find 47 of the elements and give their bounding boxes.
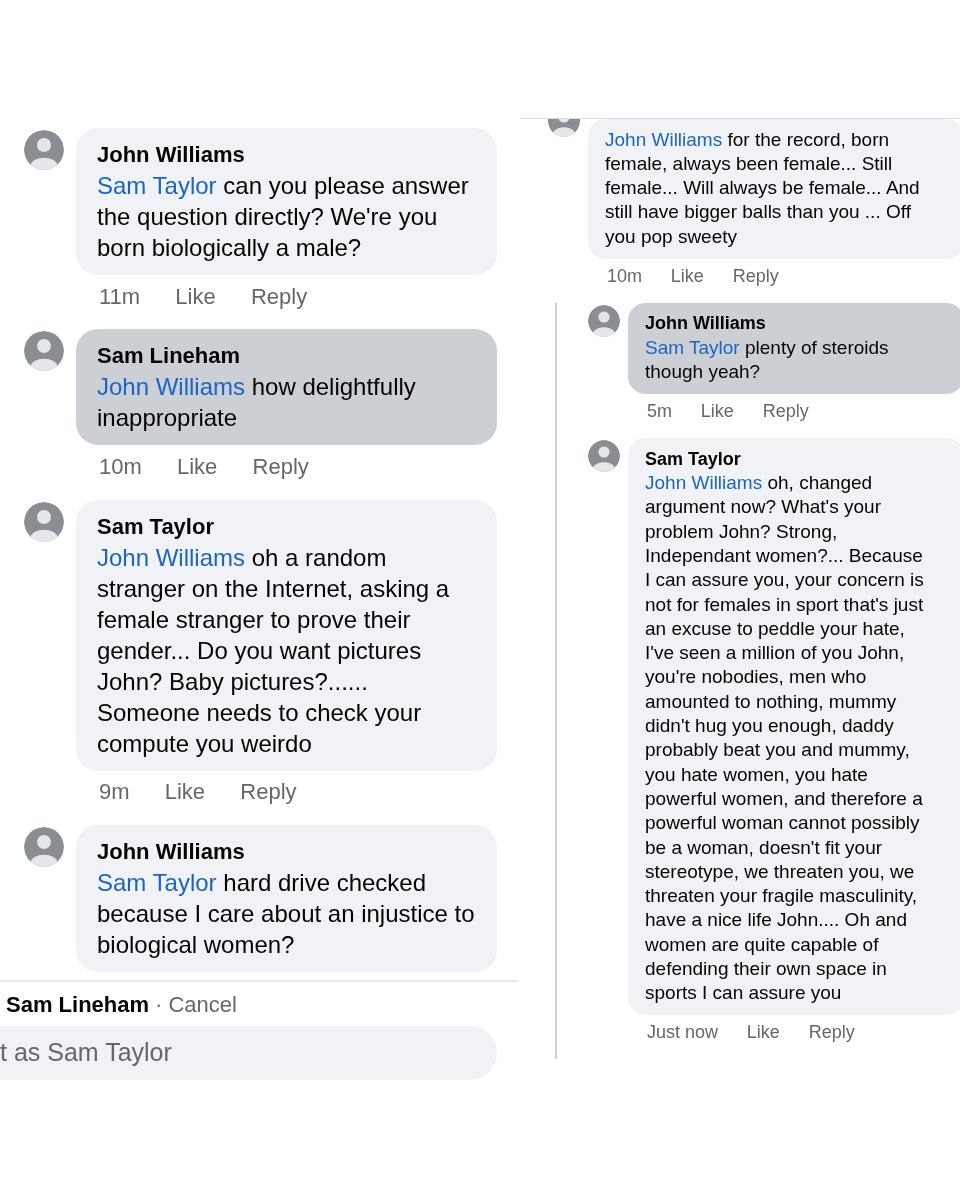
- comment-field[interactable]: t as Sam Taylor: [0, 1025, 497, 1080]
- reply-target: Sam Lineham: [6, 991, 150, 1018]
- mention-link[interactable]: John Williams: [97, 373, 246, 401]
- comment-time: 10m: [99, 454, 142, 480]
- mention-link[interactable]: Sam Taylor: [97, 171, 217, 199]
- reply-link[interactable]: Reply: [240, 779, 297, 806]
- reply-link[interactable]: Reply: [762, 401, 809, 423]
- mention-link[interactable]: John Williams: [97, 543, 246, 571]
- reply-link[interactable]: Reply: [250, 283, 308, 310]
- avatar[interactable]: [588, 440, 620, 473]
- mention-link[interactable]: Sam Taylor: [645, 336, 740, 358]
- comment-text: John Williams oh a random stranger on the Internet, asking a female stranger to prove their gender... Do you want pictures John? Baby pictures?...... Someone needs to check your compute you weirdo: [97, 542, 451, 759]
- comment-author[interactable]: John Williams: [97, 138, 476, 170]
- comment-text: Sam Taylor can you please answer the question directly? We're you born biologically a male?: [97, 170, 470, 263]
- avatar[interactable]: [24, 827, 64, 868]
- avatar[interactable]: [24, 331, 64, 372]
- mention-link[interactable]: John Williams: [605, 128, 723, 150]
- comment-text: John Williams how delightfully inappropriate: [97, 372, 417, 434]
- reply-link[interactable]: Reply: [252, 454, 309, 480]
- avatar[interactable]: [588, 304, 620, 337]
- avatar[interactable]: [24, 130, 64, 170]
- comment-author[interactable]: John Williams: [645, 311, 925, 336]
- like-link[interactable]: Like: [175, 283, 216, 310]
- comment-text: John Williams oh, changed argument now? What's your problem John? Strong, Independant women?... Because I can assure you, your concern is not for females in sport that's just an excuse to peddle your hate, I've seen a million of you John, you're nobodies, men who amounted to nothing, mummy didn't hug you enough, daddy probably beat you and mummy, you hate women, you hate powerful women, and therefore a powerful woman cannot possibly be a woman, doesn't fit your stereotype, we threaten you, we threaten your fragile masculinity, have a nice life John.... Oh and women are quite capable of defending their own space in sports I can assure you: [645, 471, 925, 1006]
- like-link[interactable]: Like: [670, 265, 704, 287]
- reply-link[interactable]: Reply: [808, 1022, 855, 1044]
- comment-author[interactable]: Sam Taylor: [97, 510, 476, 542]
- comment-text: John Williams for the record, born female, always been female... Still female... Will always be female... And still have bigger balls than you ... Off you pop sweety: [605, 127, 921, 249]
- comment-author[interactable]: John Williams: [97, 835, 476, 867]
- mention-link[interactable]: Sam Taylor: [97, 868, 217, 896]
- reply-link[interactable]: Reply: [732, 265, 779, 287]
- like-link[interactable]: Like: [700, 401, 734, 423]
- comment-author[interactable]: Sam Lineham: [97, 340, 476, 372]
- comment-time: 9m: [99, 779, 130, 806]
- mention-link[interactable]: John Williams: [645, 472, 763, 494]
- comment-time: 11m: [99, 283, 141, 310]
- like-link[interactable]: Like: [746, 1022, 780, 1044]
- like-link[interactable]: Like: [164, 779, 206, 806]
- comment-time: 10m: [607, 265, 642, 287]
- comment-author[interactable]: Sam Taylor: [645, 446, 925, 472]
- avatar[interactable]: [24, 501, 64, 542]
- like-link[interactable]: Like: [177, 454, 218, 480]
- comment-time: Just now: [647, 1022, 719, 1044]
- cancel-link[interactable]: · Cancel: [155, 991, 237, 1018]
- comment-text: Sam Taylor plenty of steroids though yeah?: [645, 335, 890, 385]
- comment-text: Sam Taylor hard drive checked because I care about an injustice to biological women?: [97, 867, 476, 960]
- comment-time: 5m: [647, 401, 672, 423]
